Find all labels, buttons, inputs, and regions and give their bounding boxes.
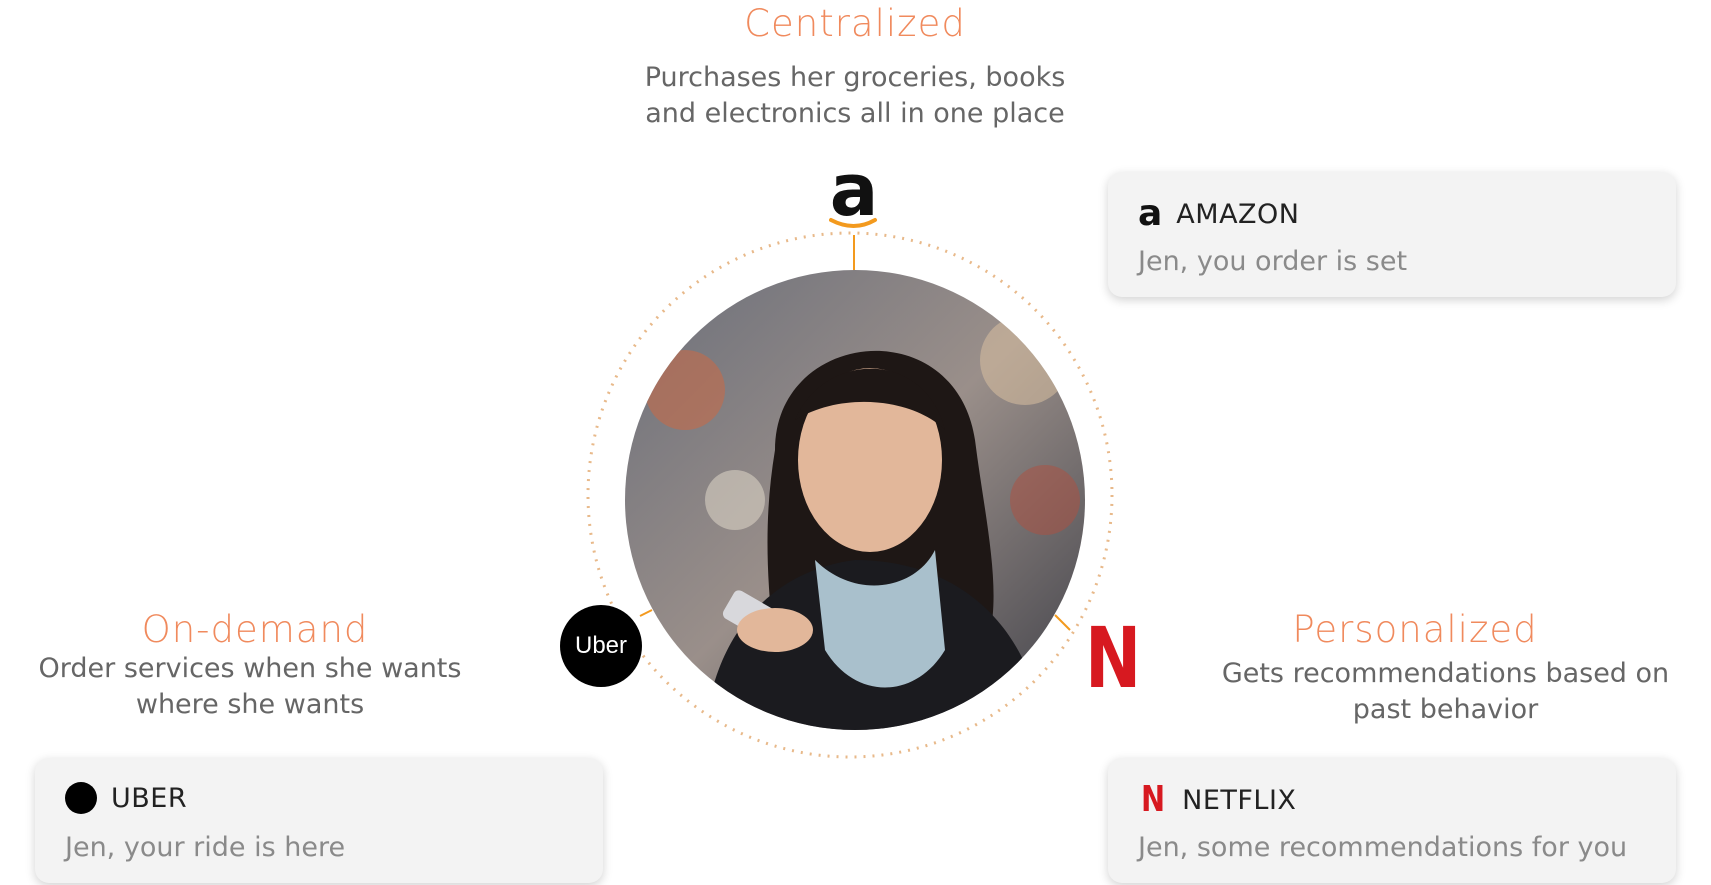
netflix-card-title: NETFLIX (1182, 784, 1297, 816)
uber-orbit-icon: Uber (560, 605, 642, 687)
personalized-heading: Personalized (1292, 608, 1538, 651)
netflix-notification-card[interactable]: N NETFLIX Jen, some recommendations for … (1108, 758, 1676, 883)
woman-photo (625, 270, 1085, 730)
on-demand-description-line2: where she wants (135, 689, 365, 720)
netflix-card-icon: N (1141, 779, 1166, 820)
amazon-orbit-icon: a (818, 148, 890, 235)
amazon-card-title: AMAZON (1176, 198, 1300, 230)
on-demand-description: Order services when she wants where she … (0, 651, 500, 723)
uber-orbit-text: Uber (574, 632, 628, 659)
uber-card-title: UBER (111, 782, 188, 814)
on-demand-heading: On-demand (141, 608, 369, 651)
uber-notification-card[interactable]: UBER Jen, your ride is here (35, 758, 603, 883)
uber-card-icon (65, 782, 97, 814)
amazon-card-message: Jen, you order is set (1138, 246, 1408, 277)
amazon-card-brand: a AMAZON (1138, 196, 1299, 232)
amazon-a-glyph: a (829, 148, 879, 232)
amazon-notification-card[interactable]: a AMAZON Jen, you order is set (1108, 172, 1676, 297)
uber-card-message: Jen, your ride is here (65, 832, 346, 863)
netflix-card-message: Jen, some recommendations for you (1138, 832, 1628, 863)
personalized-description-line1: Gets recommendations based on (1221, 658, 1670, 689)
netflix-n-glyph: N (1085, 609, 1142, 707)
netflix-card-brand: N NETFLIX (1138, 782, 1296, 818)
personalized-description-line2: past behavior (1352, 694, 1539, 725)
netflix-orbit-icon: N (1078, 609, 1142, 707)
amazon-card-icon: a (1138, 193, 1163, 234)
on-demand-description-line1: Order services when she wants (38, 653, 462, 684)
uber-card-brand: UBER (65, 782, 187, 814)
amazon-smile-icon (829, 218, 877, 228)
personalized-description: Gets recommendations based on past behav… (1180, 656, 1711, 728)
